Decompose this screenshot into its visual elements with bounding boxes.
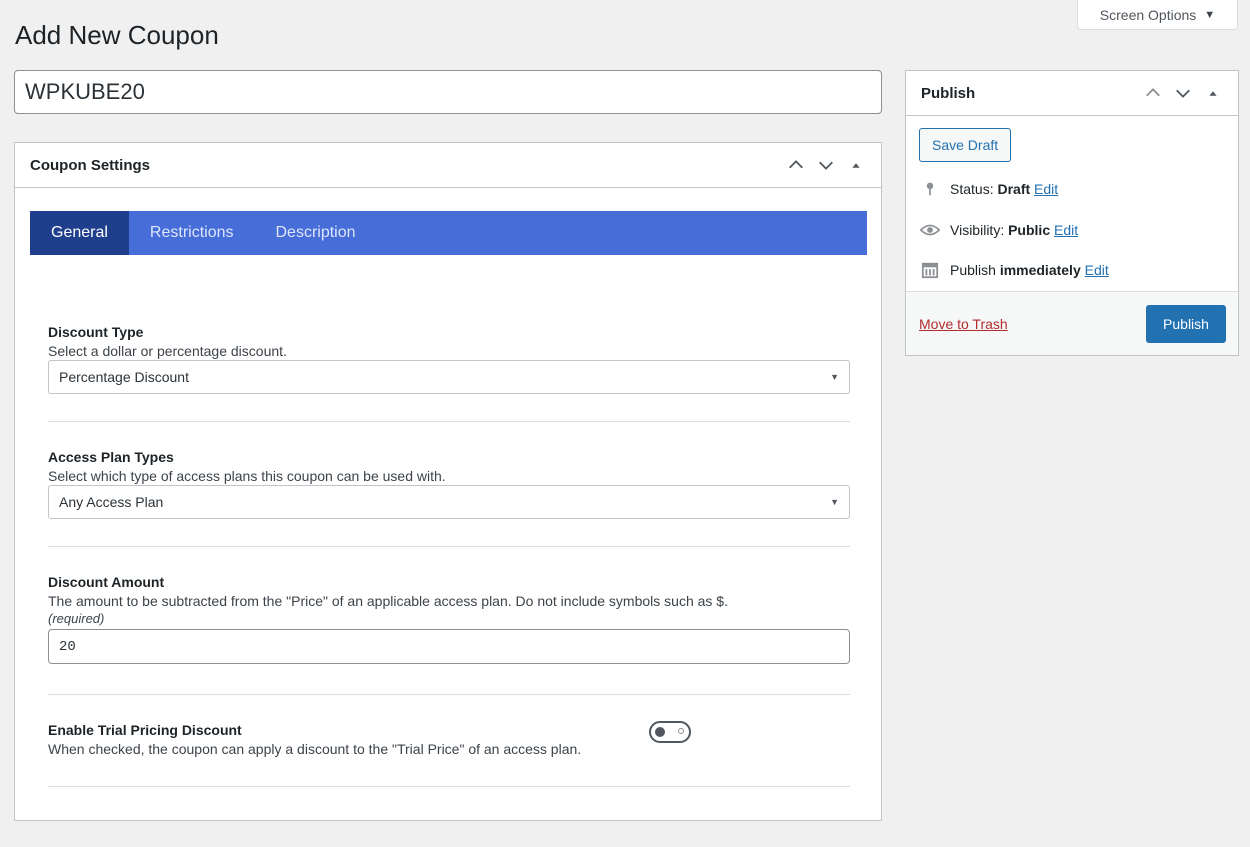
toggle-off-icon [678, 728, 684, 734]
chevron-down-icon[interactable] [1173, 83, 1193, 103]
discount-type-select[interactable]: Percentage Discount ▼ [48, 360, 850, 394]
save-draft-button[interactable]: Save Draft [919, 128, 1012, 162]
calendar-icon [920, 260, 940, 280]
discount-type-value: Percentage Discount [59, 369, 189, 385]
publish-heading: Publish [921, 84, 976, 102]
page-title: Add New Coupon [15, 20, 219, 50]
collapse-toggle-icon[interactable] [1203, 83, 1223, 103]
visibility-label: Visibility: [950, 222, 1005, 238]
divider [48, 421, 850, 422]
screen-options-button[interactable]: Screen Options ▼ [1077, 0, 1238, 30]
divider [48, 694, 850, 695]
status-label: Status: [950, 181, 994, 197]
required-note: (required) [48, 611, 105, 626]
discount-type-description: Select a dollar or percentage discount. [48, 343, 287, 359]
divider [48, 546, 850, 547]
collapse-toggle-icon[interactable] [846, 155, 866, 175]
tab-general[interactable]: General [30, 211, 129, 255]
settings-tabs: General Restrictions Description [30, 211, 867, 255]
publish-button[interactable]: Publish [1146, 305, 1226, 343]
pin-icon [920, 179, 940, 199]
coupon-settings-header: Coupon Settings [15, 143, 881, 188]
coupon-title-input[interactable] [14, 70, 882, 114]
access-plan-types-value: Any Access Plan [59, 494, 164, 510]
schedule-value: immediately [999, 262, 1081, 278]
chevron-up-icon[interactable] [786, 155, 806, 175]
screen-options-label: Screen Options [1099, 6, 1197, 23]
dropdown-arrow-icon: ▼ [830, 372, 839, 382]
schedule-row: Publish immediately Edit [920, 260, 1109, 280]
access-plan-types-select[interactable]: Any Access Plan ▼ [48, 485, 850, 519]
eye-icon [920, 220, 940, 240]
publish-actions: Move to Trash Publish [906, 291, 1238, 355]
discount-amount-input[interactable] [48, 629, 850, 664]
visibility-value: Public [1008, 222, 1051, 238]
divider [48, 786, 850, 787]
toggle-knob [655, 727, 665, 737]
triangle-down-icon: ▼ [1204, 8, 1216, 21]
publish-box: Publish Save Draft Status: Draft Edit Vi… [905, 70, 1239, 356]
trial-pricing-label: Enable Trial Pricing Discount [48, 722, 242, 738]
trial-pricing-field: Enable Trial Pricing Discount When check… [48, 722, 628, 757]
access-plan-types-field: Access Plan Types Select which type of a… [48, 449, 850, 519]
trial-pricing-toggle[interactable] [649, 721, 691, 743]
access-plan-types-description: Select which type of access plans this c… [48, 468, 446, 484]
status-edit-link[interactable]: Edit [1034, 181, 1058, 197]
status-row: Status: Draft Edit [920, 179, 1058, 199]
access-plan-types-label: Access Plan Types [48, 449, 174, 465]
schedule-label: Publish [950, 262, 996, 278]
discount-type-field: Discount Type Select a dollar or percent… [48, 324, 850, 394]
dropdown-arrow-icon: ▼ [830, 497, 839, 507]
tab-restrictions[interactable]: Restrictions [129, 211, 255, 255]
visibility-edit-link[interactable]: Edit [1054, 222, 1078, 238]
chevron-up-icon[interactable] [1143, 83, 1163, 103]
discount-amount-field: Discount Amount The amount to be subtrac… [48, 574, 850, 664]
status-value: Draft [997, 181, 1031, 197]
move-to-trash-link[interactable]: Move to Trash [919, 316, 1008, 332]
schedule-edit-link[interactable]: Edit [1085, 262, 1109, 278]
coupon-settings-heading: Coupon Settings [30, 156, 150, 174]
discount-amount-label: Discount Amount [48, 574, 165, 590]
handle-actions [1143, 83, 1223, 103]
discount-amount-description: The amount to be subtracted from the "Pr… [48, 593, 728, 609]
publish-header: Publish [906, 71, 1238, 116]
discount-type-label: Discount Type [48, 324, 144, 340]
visibility-row: Visibility: Public Edit [920, 220, 1078, 240]
chevron-down-icon[interactable] [816, 155, 836, 175]
handle-actions [786, 155, 866, 175]
tab-description[interactable]: Description [255, 211, 377, 255]
coupon-settings-box: Coupon Settings General Restrictions Des… [14, 142, 882, 821]
trial-pricing-description: When checked, the coupon can apply a dis… [48, 741, 582, 757]
